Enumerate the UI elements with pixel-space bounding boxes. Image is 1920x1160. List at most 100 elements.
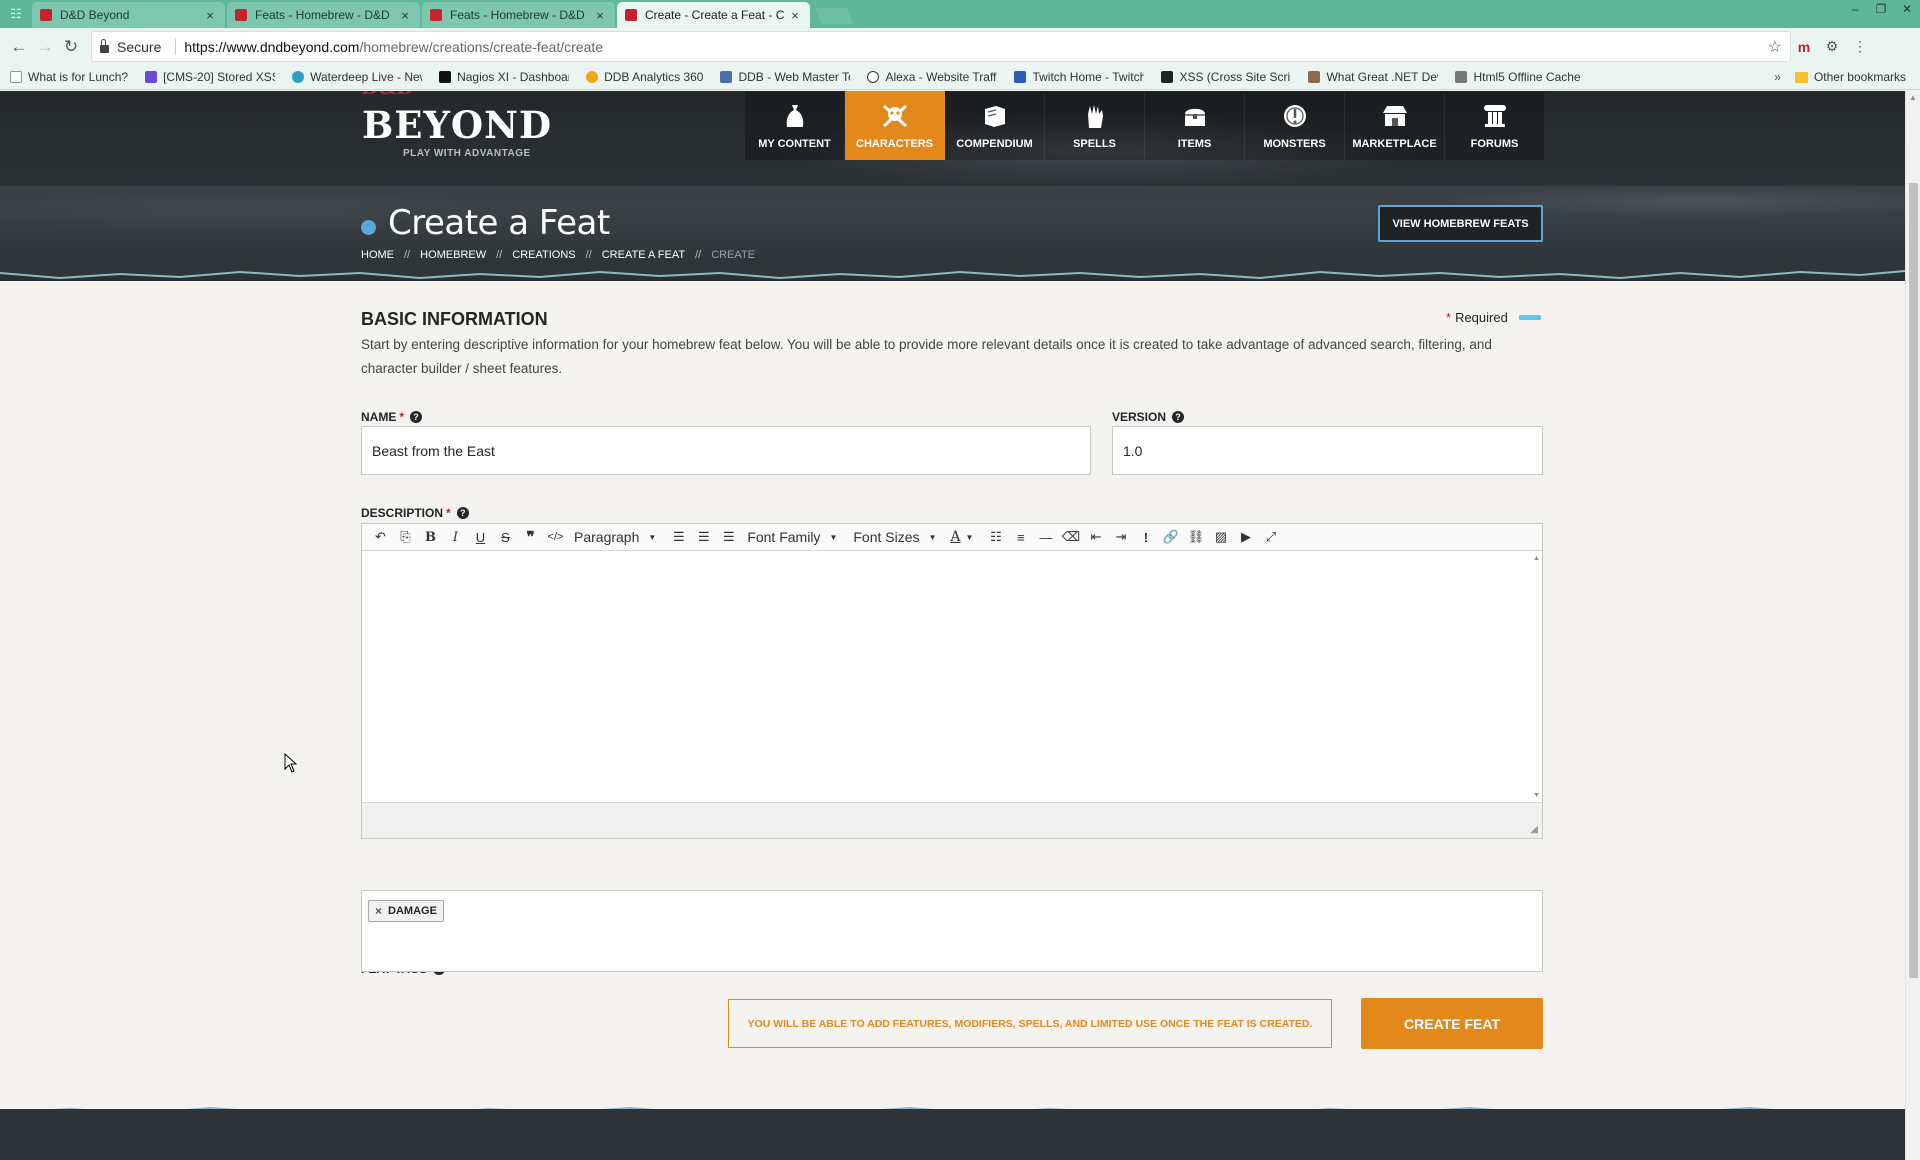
bookmark[interactable]: [CMS-20] Stored XSS bbox=[145, 70, 275, 84]
breadcrumb-homebrew[interactable]: HOMEBREW bbox=[420, 249, 486, 261]
browser-tab[interactable]: D&D Beyond × bbox=[32, 2, 225, 28]
nav-spells[interactable]: SPELLS bbox=[1045, 91, 1145, 160]
alert-icon[interactable]: ! bbox=[1133, 530, 1158, 545]
extension-m-icon[interactable]: m bbox=[1790, 39, 1818, 55]
unlink-icon[interactable]: ⛓ bbox=[1183, 529, 1208, 545]
underline-icon[interactable]: U bbox=[468, 530, 493, 545]
blockquote-icon[interactable]: ❞ bbox=[518, 528, 543, 546]
bookmark[interactable]: DDB Analytics 360 bbox=[586, 70, 703, 84]
bullet-list-icon[interactable]: ☷ bbox=[983, 529, 1008, 545]
align-left-icon[interactable]: ☰ bbox=[666, 529, 691, 545]
link-icon[interactable]: 🔗 bbox=[1158, 529, 1183, 545]
bookmark[interactable]: Alexa - Website Traffi bbox=[867, 70, 997, 84]
close-tab-icon[interactable]: × bbox=[398, 8, 412, 23]
align-right-icon[interactable]: ☰ bbox=[716, 529, 741, 545]
globe-icon bbox=[292, 71, 305, 83]
breadcrumb-creations[interactable]: CREATIONS bbox=[512, 249, 575, 261]
apps-icon[interactable]: ☷ bbox=[0, 0, 32, 28]
nav-compendium[interactable]: COMPENDIUM bbox=[945, 91, 1045, 160]
menu-kebab-icon[interactable]: ⋮ bbox=[1846, 38, 1874, 55]
video-icon[interactable]: ▶ bbox=[1233, 529, 1258, 545]
create-feat-button[interactable]: CREATE FEAT bbox=[1361, 998, 1543, 1049]
numbered-list-icon[interactable]: ≡ bbox=[1008, 530, 1033, 545]
horizontal-rule-icon[interactable]: — bbox=[1033, 530, 1058, 545]
outdent-icon[interactable]: ⇤ bbox=[1083, 529, 1108, 545]
help-icon[interactable]: ? bbox=[456, 507, 469, 519]
remove-tag-icon[interactable]: × bbox=[375, 904, 382, 918]
bookmark-star-icon[interactable]: ☆ bbox=[1768, 37, 1782, 57]
bookmark[interactable]: DDB - Web Master To bbox=[720, 70, 850, 84]
description-textarea[interactable] bbox=[362, 552, 1542, 802]
help-icon[interactable]: ? bbox=[1172, 411, 1185, 423]
close-window-icon[interactable]: ✕ bbox=[1894, 0, 1920, 20]
minimize-icon[interactable]: – bbox=[1842, 0, 1868, 20]
bookmark[interactable]: Twitch Home - Twitch bbox=[1014, 70, 1144, 84]
close-tab-icon[interactable]: × bbox=[593, 8, 607, 23]
torn-edge bbox=[0, 265, 1905, 280]
bookmark[interactable]: Waterdeep Live - New bbox=[292, 70, 422, 84]
code-icon[interactable]: </> bbox=[543, 531, 568, 543]
clear-formatting-icon[interactable]: ⌫ bbox=[1058, 529, 1083, 545]
view-homebrew-feats-button[interactable]: VIEW HOMEBREW FEATS bbox=[1378, 205, 1543, 242]
close-tab-icon[interactable]: × bbox=[788, 8, 802, 23]
strikethrough-icon[interactable]: S bbox=[493, 530, 518, 545]
paragraph-dropdown[interactable]: Paragraph ▼ bbox=[574, 529, 656, 545]
bold-icon[interactable]: B bbox=[418, 530, 443, 545]
breadcrumb-home[interactable]: HOME bbox=[361, 249, 394, 261]
editor-scrollbar[interactable]: ▲ ▼ bbox=[1532, 552, 1542, 802]
logo-dnd: D&D bbox=[361, 91, 414, 99]
paste-icon[interactable]: ⎘ bbox=[393, 529, 418, 545]
other-bookmarks[interactable]: Other bookmarks bbox=[1794, 70, 1906, 84]
new-tab-button[interactable] bbox=[815, 8, 853, 24]
nav-forums[interactable]: FORUMS bbox=[1445, 91, 1545, 160]
version-field[interactable]: 1.0 bbox=[1112, 426, 1543, 475]
nav-items[interactable]: ITEMS bbox=[1145, 91, 1245, 160]
person-icon bbox=[1308, 71, 1321, 83]
more-bookmarks-icon[interactable]: » bbox=[1774, 70, 1781, 84]
book-icon bbox=[981, 102, 1009, 130]
nav-characters[interactable]: CHARACTERS bbox=[845, 91, 945, 160]
browser-tab[interactable]: Feats - Homebrew - D&D × bbox=[227, 2, 420, 28]
align-center-icon[interactable]: ☰ bbox=[691, 529, 716, 545]
help-icon[interactable]: ? bbox=[410, 411, 423, 423]
close-tab-icon[interactable]: × bbox=[203, 8, 217, 23]
indent-icon[interactable]: ⇥ bbox=[1108, 529, 1133, 545]
fullscreen-icon[interactable]: ⤢ bbox=[1258, 529, 1283, 545]
bookmark[interactable]: XSS (Cross Site Script bbox=[1161, 70, 1291, 84]
image-icon[interactable]: ▨ bbox=[1208, 529, 1233, 545]
scroll-up-icon[interactable]: ▲ bbox=[1533, 555, 1540, 562]
bookmark[interactable]: Html5 Offline Cache bbox=[1455, 70, 1581, 84]
browser-tab[interactable]: Feats - Homebrew - D&D × bbox=[422, 2, 615, 28]
bookmark-label: What Great .NET Dev bbox=[1326, 70, 1439, 84]
nav-marketplace[interactable]: MARKETPLACE bbox=[1345, 91, 1445, 160]
resize-grip-icon[interactable]: ◢ bbox=[1530, 824, 1538, 835]
nav-label: SPELLS bbox=[1073, 138, 1116, 150]
bookmark[interactable]: What Great .NET Dev bbox=[1308, 70, 1438, 84]
back-icon[interactable]: ← bbox=[6, 37, 32, 57]
undo-icon[interactable]: ↶ bbox=[368, 529, 393, 545]
restore-icon[interactable]: ❐ bbox=[1868, 0, 1894, 20]
bookmark[interactable]: Nagios XI - Dashboard bbox=[439, 70, 569, 84]
page-scrollbar[interactable]: ▲ bbox=[1905, 91, 1920, 1160]
name-field[interactable]: Beast from the East bbox=[361, 426, 1091, 475]
font-sizes-dropdown[interactable]: Font Sizes ▼ bbox=[853, 529, 936, 545]
ddb-favicon-icon bbox=[40, 9, 52, 21]
scroll-down-icon[interactable]: ▼ bbox=[1533, 792, 1540, 799]
nav-my-content[interactable]: MY CONTENT bbox=[745, 91, 845, 160]
feat-tags-field[interactable]: × DAMAGE bbox=[361, 890, 1543, 972]
scrollbar-thumb[interactable] bbox=[1909, 183, 1918, 978]
scroll-up-icon[interactable]: ▲ bbox=[1909, 93, 1917, 102]
extension-gear-icon[interactable]: ⚙ bbox=[1818, 38, 1846, 55]
breadcrumb-create-a-feat[interactable]: CREATE A FEAT bbox=[602, 249, 685, 261]
browser-tab-active[interactable]: Create - Create a Feat - C × bbox=[617, 2, 810, 28]
nav-monsters[interactable]: MONSTERS bbox=[1245, 91, 1345, 160]
dnd-beyond-logo[interactable]: D&D BEYOND PLAY WITH ADVANTAGE bbox=[361, 91, 562, 171]
font-family-dropdown[interactable]: Font Family ▼ bbox=[747, 529, 837, 545]
forward-icon[interactable]: → bbox=[32, 37, 58, 57]
address-bar[interactable]: Secure https://www.dndbeyond.com/homebre… bbox=[92, 32, 1790, 61]
text-color-dropdown[interactable]: A ▼ bbox=[950, 529, 973, 545]
bookmark[interactable]: What is for Lunch? bbox=[10, 70, 128, 84]
reload-icon[interactable]: ↻ bbox=[58, 37, 84, 57]
required-star: * bbox=[399, 410, 405, 424]
italic-icon[interactable]: I bbox=[443, 530, 468, 545]
